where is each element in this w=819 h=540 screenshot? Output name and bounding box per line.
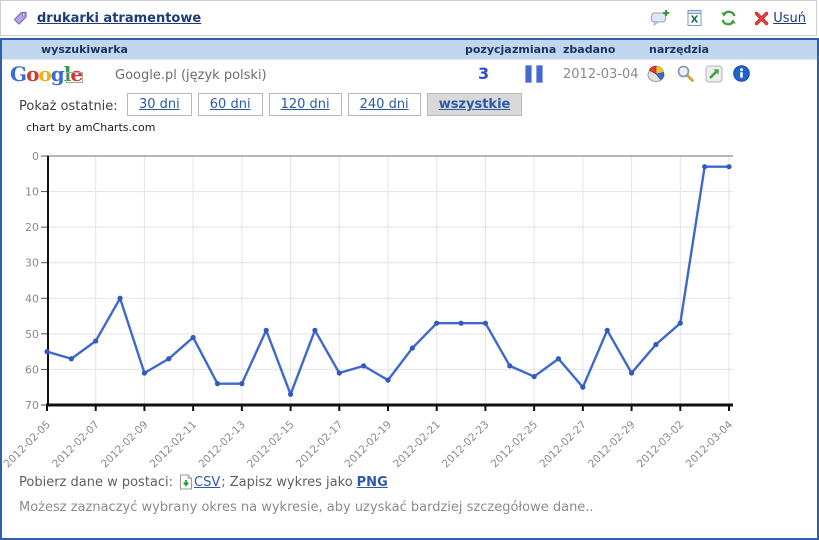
excel-export-icon[interactable]: X: [686, 9, 703, 27]
period-label: Pokaż ostatnie:: [19, 99, 118, 114]
svg-text:0: 0: [32, 150, 39, 163]
period-controls: Pokaż ostatnie: 30 dni 60 dni 120 dni 240 d…: [2, 93, 817, 119]
svg-text:2012-02-17: 2012-02-17: [294, 419, 346, 471]
info-icon[interactable]: [733, 65, 750, 82]
svg-text:2012-02-15: 2012-02-15: [245, 419, 297, 471]
poland-flag-icon: [66, 72, 83, 83]
svg-text:2012-02-09: 2012-02-09: [99, 419, 151, 471]
svg-text:2012-02-11: 2012-02-11: [148, 419, 200, 471]
delete-link[interactable]: Usuń: [773, 11, 806, 26]
google-logo-letter: G: [10, 62, 26, 86]
csv-file-icon: [179, 474, 193, 490]
period-button-30-dni[interactable]: 30 dni: [127, 93, 192, 116]
engine-name: Google.pl (język polski): [115, 68, 267, 83]
svg-text:50: 50: [25, 328, 39, 341]
result-table: wyszukiwarka pozycja zmiana zbadano narz…: [0, 38, 819, 540]
keyword-bar: drukarki atramentowe X: [0, 0, 817, 36]
table-header: wyszukiwarka pozycja zmiana zbadano narz…: [2, 40, 817, 60]
google-logo-letter: o: [26, 62, 38, 86]
download-row: Pobierz dane w postaci: CSV ; Zapisz wyk…: [19, 474, 388, 490]
column-tools: narzędzia: [649, 43, 709, 56]
svg-text:2012-02-29: 2012-02-29: [586, 419, 638, 471]
refresh-icon[interactable]: [719, 9, 738, 27]
svg-text:60: 60: [25, 363, 39, 376]
keyword-link[interactable]: drukarki atramentowe: [37, 11, 201, 26]
svg-text:2012-02-21: 2012-02-21: [391, 419, 443, 471]
period-button-240-dni[interactable]: 240 dni: [348, 93, 421, 116]
position-history-chart[interactable]: 0102030405060702012-02-052012-02-072012-…: [2, 140, 819, 472]
svg-text:X: X: [691, 15, 699, 26]
svg-text:2012-02-05: 2012-02-05: [2, 419, 53, 471]
download-between: ; Zapisz wykres jako: [221, 475, 352, 490]
period-button-wszystkie[interactable]: wszystkie: [427, 93, 523, 116]
svg-text:2012-02-13: 2012-02-13: [196, 419, 248, 471]
svg-text:2012-02-07: 2012-02-07: [50, 419, 102, 471]
external-link-icon[interactable]: [705, 65, 723, 83]
svg-text:40: 40: [25, 292, 39, 305]
google-logo-letter: o: [38, 62, 50, 86]
chart-hint: Możesz zaznaczyć wybrany okres na wykres…: [19, 500, 594, 515]
delete-icon: [754, 11, 769, 26]
pie-chart-icon[interactable]: [646, 64, 666, 83]
row-tools: [646, 64, 750, 83]
svg-text:30: 30: [25, 257, 39, 270]
csv-link[interactable]: CSV: [194, 475, 220, 490]
svg-text:2012-02-19: 2012-02-19: [342, 419, 394, 471]
column-change: zmiana: [512, 43, 556, 56]
svg-text:2012-03-02: 2012-03-02: [635, 419, 687, 471]
position-value: 3: [478, 64, 489, 83]
chart-grid: [47, 156, 733, 405]
period-button-120-dni[interactable]: 120 dni: [269, 93, 342, 116]
magnifier-icon[interactable]: [676, 64, 695, 83]
svg-text:20: 20: [25, 221, 39, 234]
rank-tracker-widget: drukarki atramentowe X: [0, 0, 819, 540]
svg-text:2012-02-27: 2012-02-27: [537, 419, 589, 471]
period-button-60-dni[interactable]: 60 dni: [198, 93, 263, 116]
svg-text:2012-02-23: 2012-02-23: [440, 419, 492, 471]
checked-date: 2012-03-04: [563, 67, 639, 82]
svg-text:2012-03-04: 2012-03-04: [683, 418, 735, 470]
delete-action[interactable]: Usuń: [754, 11, 806, 26]
tag-icon: [11, 9, 29, 27]
column-checked: zbadano: [563, 43, 615, 56]
google-logo-letter: g: [51, 62, 64, 86]
column-engine: wyszukiwarka: [41, 43, 128, 56]
keyword-actions: X Usuń: [650, 9, 806, 27]
table-row: Google Google.pl (język polski) 3 2012-0…: [2, 59, 817, 92]
svg-text:70: 70: [25, 399, 39, 412]
column-position: pozycja: [465, 43, 512, 56]
svg-text:2012-02-25: 2012-02-25: [489, 419, 541, 471]
add-comment-icon[interactable]: [650, 9, 670, 27]
period-buttons: 30 dni 60 dni 120 dni 240 dni wszystkie: [127, 93, 522, 116]
no-change-pause-icon: [525, 65, 543, 83]
chart-credit: chart by amCharts.com: [26, 121, 156, 134]
png-link[interactable]: PNG: [357, 475, 388, 490]
download-prefix: Pobierz dane w postaci:: [19, 475, 173, 490]
svg-text:10: 10: [25, 186, 39, 199]
